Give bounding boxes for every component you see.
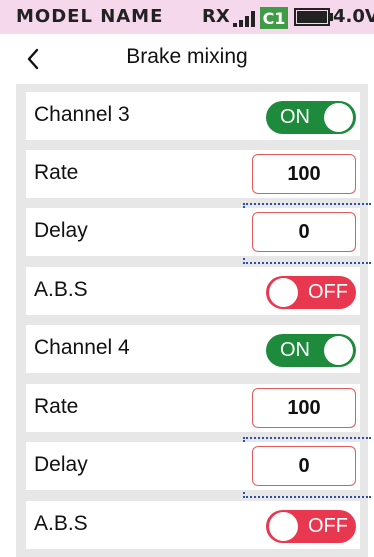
channel-4-toggle[interactable]: ON xyxy=(266,334,356,367)
row-label: Channel 4 xyxy=(34,336,130,359)
channel-badge: C1 xyxy=(260,7,288,29)
toggle-state-label: OFF xyxy=(308,281,348,303)
channel-3-delay-row: Delay 0 xyxy=(26,208,360,256)
toggle-state-label: OFF xyxy=(308,515,348,537)
row-label: Channel 3 xyxy=(34,103,130,126)
toggle-knob xyxy=(324,103,353,132)
channel-4-delay-row: Delay 0 xyxy=(26,442,360,490)
settings-panel: Channel 3 ON Rate 100 Delay 0 A.B.S OFF … xyxy=(16,84,371,557)
row-label: Delay xyxy=(34,219,88,242)
channel-4-abs-toggle[interactable]: OFF xyxy=(266,510,356,543)
page-title: Brake mixing xyxy=(126,45,248,68)
row-label: A.B.S xyxy=(34,278,88,301)
battery-icon xyxy=(294,8,330,26)
channel-4-row: Channel 4 ON xyxy=(26,325,360,373)
battery-voltage: 4.0V xyxy=(333,6,374,27)
channel-3-delay-value[interactable]: 0 xyxy=(252,212,356,252)
toggle-knob xyxy=(324,336,353,365)
channel-3-abs-toggle[interactable]: OFF xyxy=(266,276,356,309)
toggle-state-label: ON xyxy=(280,339,310,361)
status-bar: MODEL NAME RX C1 4.0V xyxy=(0,0,374,34)
row-label: A.B.S xyxy=(34,512,88,535)
row-label: Rate xyxy=(34,395,79,418)
channel-4-rate-row: Rate 100 xyxy=(26,384,360,432)
channel-4-rate-value[interactable]: 100 xyxy=(252,388,356,428)
channel-3-abs-row: A.B.S OFF xyxy=(26,267,360,315)
signal-strength-icon xyxy=(233,11,255,27)
row-label: Rate xyxy=(34,161,79,184)
toggle-state-label: ON xyxy=(280,106,310,128)
channel-3-rate-row: Rate 100 xyxy=(26,150,360,198)
channel-3-rate-value[interactable]: 100 xyxy=(252,154,356,194)
channel-3-row: Channel 3 ON xyxy=(26,92,360,140)
row-label: Delay xyxy=(34,453,88,476)
channel-3-toggle[interactable]: ON xyxy=(266,101,356,134)
channel-4-abs-row: A.B.S OFF xyxy=(26,501,360,549)
toggle-knob xyxy=(269,512,298,541)
model-name: MODEL NAME xyxy=(16,6,164,27)
rx-label: RX xyxy=(202,6,230,27)
channel-4-delay-value[interactable]: 0 xyxy=(252,446,356,486)
toggle-knob xyxy=(269,278,298,307)
